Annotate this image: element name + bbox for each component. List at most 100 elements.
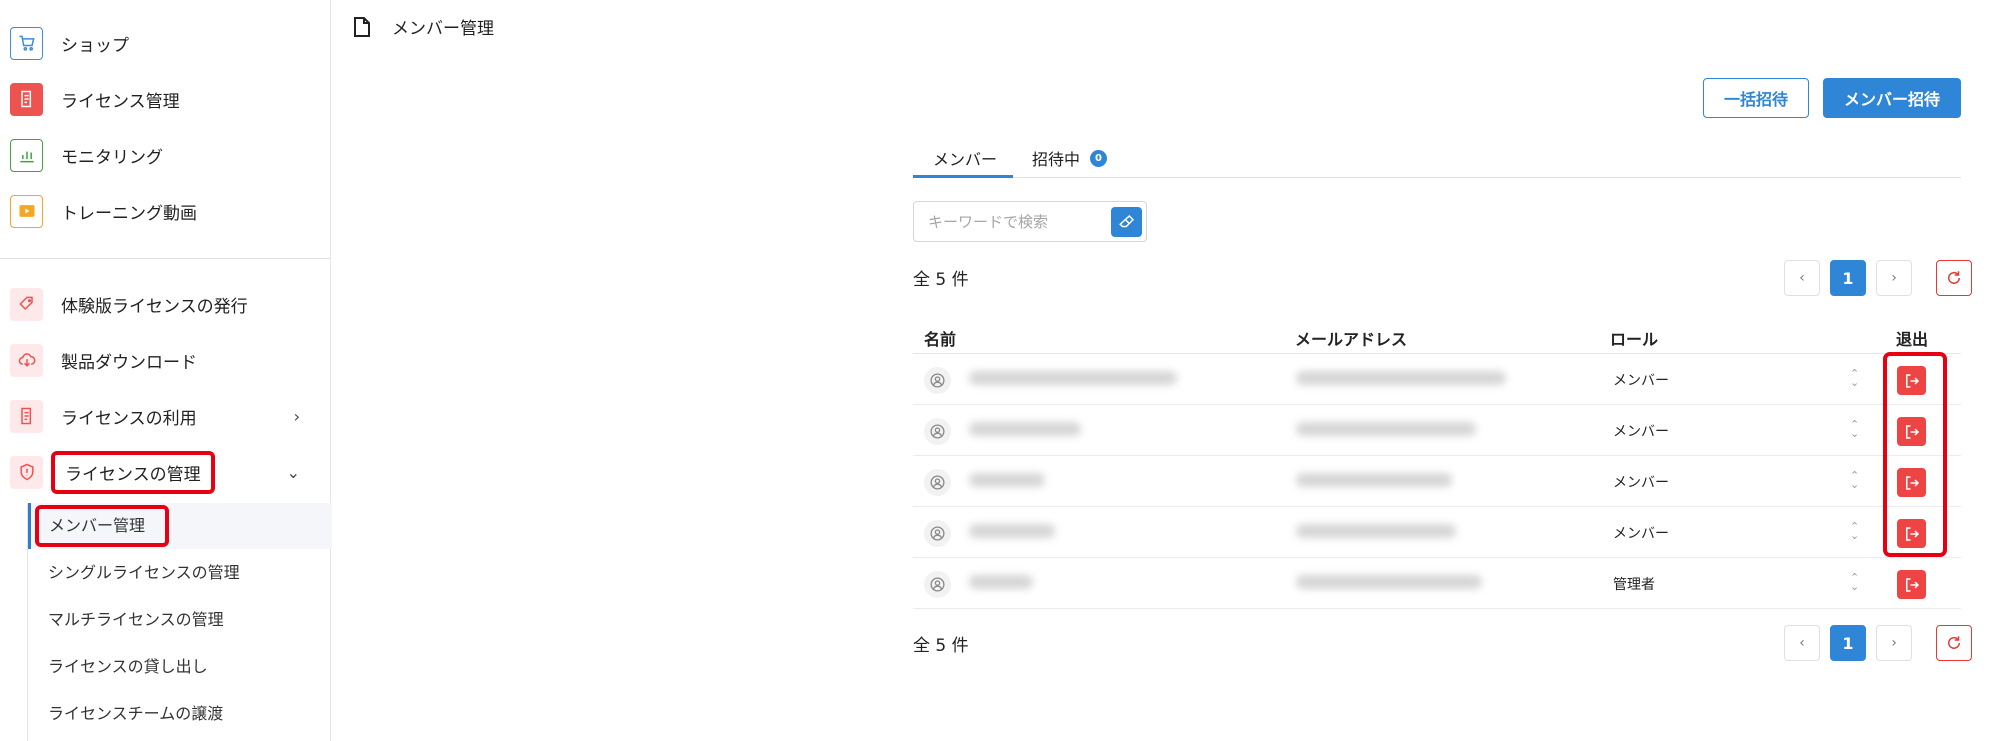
next-page-button[interactable]: › — [1876, 260, 1912, 296]
name-redacted — [969, 371, 1177, 385]
pagination-top: ‹ 1 › — [1784, 260, 1972, 296]
prev-page-button[interactable]: ‹ — [1784, 260, 1820, 296]
sidebar-item-label: モニタリング — [61, 147, 163, 168]
invite-member-button[interactable]: メンバー招待 — [1823, 78, 1961, 118]
sidebar-item-label: トレーニング動画 — [61, 203, 197, 224]
prev-page-button[interactable]: ‹ — [1784, 625, 1820, 661]
table-row: メンバー ⌃ ⌄ — [913, 456, 1961, 507]
refresh-button[interactable] — [1936, 260, 1972, 296]
member-table: 名前 メールアドレス ロール 退出 メンバー ⌃ ⌄ メンバー ⌃ ⌄ メンバー ⌃… — [913, 317, 1961, 609]
leave-column-highlight — [1883, 352, 1947, 557]
chevron-right-icon: › — [293, 406, 300, 426]
sidebar-divider — [0, 258, 331, 259]
sidebar-item-license-manage[interactable]: ライセンスの管理 ⌄ — [10, 450, 320, 494]
submenu-item-license-transfer[interactable]: ライセンスチームの譲渡 — [48, 703, 223, 725]
user-avatar-icon — [924, 469, 951, 496]
sidebar-item-trial-license[interactable]: 体験版ライセンスの発行 — [10, 286, 248, 322]
sidebar-item-monitoring[interactable]: モニタリング — [10, 137, 163, 173]
sidebar-item-download[interactable]: 製品ダウンロード — [10, 342, 197, 378]
select-arrows-icon: ⌃ ⌄ — [1850, 418, 1860, 440]
search-input[interactable] — [914, 203, 1104, 240]
cloud-download-icon — [10, 343, 43, 377]
role-select[interactable]: メンバー — [1613, 421, 1669, 441]
tab-invited[interactable]: 招待中 0 — [1032, 146, 1108, 170]
tab-members[interactable]: メンバー — [933, 146, 997, 170]
name-redacted — [969, 422, 1081, 436]
role-select[interactable]: 管理者 — [1613, 574, 1655, 594]
table-row: 管理者 ⌃ ⌄ — [913, 558, 1961, 609]
submenu-item-member-manage[interactable]: メンバー管理 — [35, 505, 169, 547]
select-arrows-icon: ⌃ ⌄ — [1850, 520, 1860, 542]
page-1-button[interactable]: 1 — [1830, 260, 1866, 296]
page-title-text: メンバー管理 — [392, 19, 494, 39]
sidebar: ショップ ライセンス管理 モニタリング トレーニング動画 体験版ライセンスの発行… — [0, 0, 332, 741]
sidebar-item-label: ライセンスの管理 — [51, 450, 215, 494]
sidebar-submenu: メンバー管理 シングルライセンスの管理 マルチライセンスの管理 ライセンスの貸し… — [27, 503, 332, 741]
tab-bar: メンバー 招待中 0 — [913, 136, 1961, 178]
refresh-icon — [1948, 636, 1960, 649]
tag-icon — [10, 287, 43, 321]
email-redacted — [1296, 524, 1456, 538]
logout-icon — [1905, 577, 1919, 592]
page-1-button[interactable]: 1 — [1830, 625, 1866, 661]
role-select[interactable]: メンバー — [1613, 472, 1669, 492]
table-row: メンバー ⌃ ⌄ — [913, 354, 1961, 405]
refresh-icon — [1948, 271, 1960, 284]
eraser-icon — [1118, 214, 1134, 228]
page-title: メンバー管理 — [352, 14, 494, 39]
select-arrows-icon: ⌃ ⌄ — [1850, 367, 1860, 389]
name-redacted — [969, 473, 1045, 487]
invited-count-badge: 0 — [1090, 149, 1108, 167]
table-header: 名前 メールアドレス ロール 退出 — [913, 317, 1961, 354]
sidebar-item-license-use[interactable]: ライセンスの利用 › — [10, 398, 320, 434]
sidebar-item-label: 体験版ライセンスの発行 — [61, 296, 248, 317]
select-arrows-icon: ⌃ ⌄ — [1850, 571, 1860, 593]
sidebar-item-label: ライセンスの利用 — [61, 408, 197, 429]
leave-button[interactable] — [1897, 570, 1926, 599]
user-avatar-icon — [924, 520, 951, 547]
header-email: メールアドレス — [1295, 330, 1408, 349]
email-redacted — [1296, 575, 1482, 589]
cart-icon — [10, 26, 43, 60]
clear-search-button[interactable] — [1111, 207, 1142, 237]
search-box — [913, 201, 1147, 242]
table-row: メンバー ⌃ ⌄ — [913, 507, 1961, 558]
submenu-item-single-license[interactable]: シングルライセンスの管理 — [48, 562, 240, 584]
license-icon — [10, 82, 43, 116]
sidebar-item-label: ライセンス管理 — [61, 91, 180, 112]
email-redacted — [1296, 371, 1506, 385]
tab-label: 招待中 — [1032, 150, 1081, 169]
total-count-bottom: 全 5 件 — [913, 636, 969, 656]
total-count-top: 全 5 件 — [913, 270, 969, 290]
email-redacted — [1296, 473, 1452, 487]
user-avatar-icon — [924, 367, 951, 394]
header-name: 名前 — [924, 330, 957, 349]
user-avatar-icon — [924, 418, 951, 445]
table-row: メンバー ⌃ ⌄ — [913, 405, 1961, 456]
next-page-button[interactable]: › — [1876, 625, 1912, 661]
submenu-item-multi-license[interactable]: マルチライセンスの管理 — [48, 609, 224, 631]
chevron-down-icon: ⌄ — [286, 462, 300, 482]
sidebar-item-label: ショップ — [61, 35, 129, 56]
sidebar-item-shop[interactable]: ショップ — [10, 25, 129, 61]
bulk-invite-button[interactable]: 一括招待 — [1703, 78, 1809, 118]
sidebar-item-label: 製品ダウンロード — [61, 352, 197, 373]
submenu-item-license-lending[interactable]: ライセンスの貸し出し — [48, 656, 208, 678]
refresh-button[interactable] — [1936, 625, 1972, 661]
tab-active-indicator — [913, 175, 1013, 178]
role-select[interactable]: メンバー — [1613, 370, 1669, 390]
pagination-bottom: ‹ 1 › — [1784, 625, 1972, 661]
shield-icon — [10, 455, 43, 489]
license-icon — [10, 399, 43, 433]
name-redacted — [969, 575, 1033, 589]
select-arrows-icon: ⌃ ⌄ — [1850, 469, 1860, 491]
document-icon — [354, 16, 370, 37]
header-leave: 退出 — [1896, 330, 1929, 349]
role-select[interactable]: メンバー — [1613, 523, 1669, 543]
sidebar-item-training[interactable]: トレーニング動画 — [10, 193, 197, 229]
user-avatar-icon — [924, 571, 951, 598]
name-redacted — [969, 524, 1055, 538]
bar-chart-icon — [10, 138, 43, 172]
sidebar-item-license-admin[interactable]: ライセンス管理 — [10, 81, 180, 117]
play-icon — [10, 194, 43, 228]
